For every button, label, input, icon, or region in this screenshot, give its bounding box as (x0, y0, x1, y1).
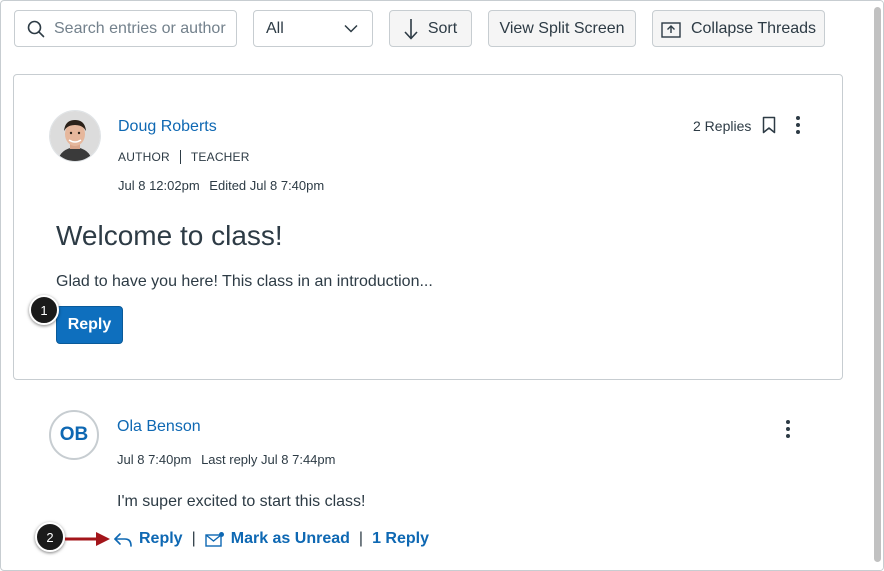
reply-body: I'm super excited to start this class! (117, 493, 366, 510)
reply-last-reply-date: Last reply Jul 8 7:44pm (201, 452, 336, 467)
scrollbar-thumb[interactable] (874, 7, 881, 562)
author-roles: AUTHOR TEACHER (118, 150, 250, 164)
avatar[interactable] (50, 111, 100, 161)
reply-button[interactable]: Reply (56, 306, 123, 344)
callout-arrow-icon (65, 532, 110, 546)
reply-dates: Jul 8 7:40pm Last reply Jul 8 7:44pm (117, 452, 335, 467)
search-field[interactable] (14, 10, 237, 47)
sort-button[interactable]: Sort (389, 10, 472, 47)
topic-body: Glad to have you here! This class in an … (56, 273, 433, 290)
search-icon (27, 20, 45, 37)
reply-options-button[interactable] (785, 419, 791, 444)
view-split-screen-button[interactable]: View Split Screen (488, 10, 636, 47)
bookmark-button[interactable] (762, 116, 776, 139)
action-divider: | (191, 530, 196, 547)
view-replies-link[interactable]: 1 Reply (372, 530, 429, 548)
collapse-icon (661, 21, 681, 38)
topic-card: Doug Roberts AUTHOR TEACHER Jul 8 12:02p… (13, 74, 843, 380)
role-teacher: TEACHER (190, 150, 250, 164)
mark-as-unread-label: Mark as Unread (230, 530, 350, 547)
replies-count: 2 Replies (693, 118, 752, 134)
view-replies-label: 1 Reply (372, 530, 429, 547)
topic-options-button[interactable] (795, 115, 801, 140)
mail-icon (205, 532, 224, 547)
reply-posted-date: Jul 8 7:40pm (117, 452, 192, 467)
role-author: AUTHOR (118, 150, 170, 164)
reply-icon (114, 533, 132, 547)
mark-as-unread-link[interactable]: Mark as Unread (205, 530, 350, 548)
collapse-threads-button[interactable]: Collapse Threads (652, 10, 825, 47)
collapse-threads-label: Collapse Threads (690, 19, 817, 37)
chevron-down-icon (344, 24, 358, 33)
reply-actions: Reply | Mark as Unread | 1 Reply (113, 529, 429, 549)
bookmark-icon (762, 116, 776, 134)
callout-marker-2: 2 (35, 522, 65, 552)
action-divider: | (358, 530, 364, 547)
more-vertical-icon (796, 116, 800, 134)
callout-marker-1: 1 (29, 295, 59, 325)
filter-select[interactable]: All (253, 10, 373, 47)
sort-label: Sort (427, 19, 458, 37)
posted-date: Jul 8 12:02pm (118, 178, 200, 193)
topic-dates: Jul 8 12:02pm Edited Jul 8 7:40pm (118, 178, 324, 193)
author-name-link[interactable]: Doug Roberts (118, 118, 217, 136)
more-vertical-icon (786, 420, 790, 438)
reply-author-name-link[interactable]: Ola Benson (117, 418, 201, 436)
role-divider (179, 150, 181, 164)
discussion-page: All Sort View Split Screen Collapse Thre… (0, 0, 884, 571)
arrow-down-icon (404, 18, 418, 40)
topic-title: Welcome to class! (56, 220, 283, 251)
search-input[interactable] (54, 19, 229, 38)
filter-selected-value: All (266, 19, 284, 37)
reply-link-label: Reply (139, 530, 183, 547)
edited-date: Edited Jul 8 7:40pm (209, 178, 325, 193)
split-screen-label: View Split Screen (499, 19, 625, 37)
reply-link[interactable]: Reply (113, 530, 183, 548)
avatar-initials[interactable]: OB (49, 410, 99, 460)
